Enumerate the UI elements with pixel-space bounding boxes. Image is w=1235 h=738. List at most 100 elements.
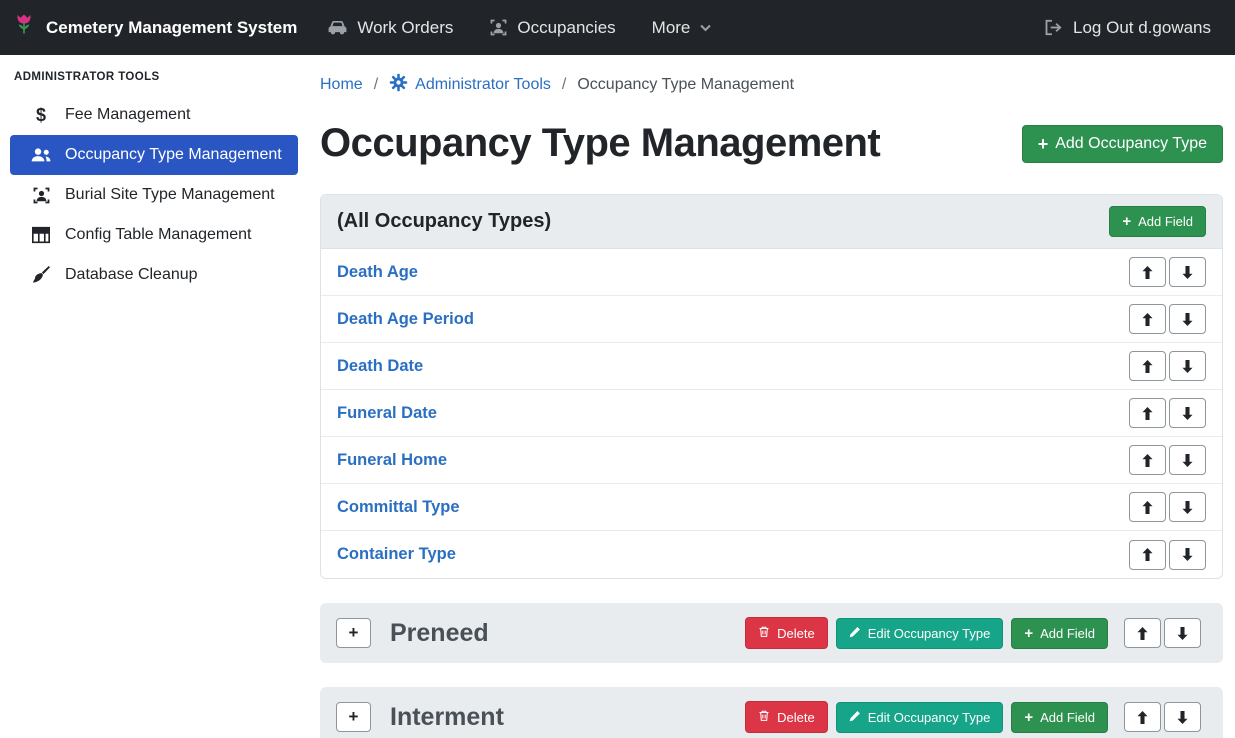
- plus-icon: +: [1024, 626, 1033, 641]
- broom-icon: [30, 265, 52, 285]
- field-link-container-type[interactable]: Container Type: [337, 545, 456, 564]
- move-down-button[interactable]: [1169, 445, 1206, 475]
- move-up-button[interactable]: [1129, 540, 1166, 570]
- sidebar-item-occupancy-type-management[interactable]: Occupancy Type Management: [10, 135, 298, 175]
- field-link-funeral-date[interactable]: Funeral Date: [337, 404, 437, 423]
- breadcrumb-home[interactable]: Home: [320, 76, 363, 94]
- plus-icon: +: [1122, 214, 1131, 229]
- car-icon: [327, 19, 348, 36]
- move-up-button[interactable]: [1129, 257, 1166, 287]
- breadcrumb-separator: /: [374, 76, 378, 94]
- field-row: Committal Type: [321, 484, 1222, 531]
- section-title: Interment: [390, 703, 504, 732]
- nav-more[interactable]: More: [652, 18, 713, 38]
- person-frame-icon: [489, 18, 508, 37]
- tulip-logo-icon: [12, 12, 36, 44]
- add-field-button[interactable]: + Add Field: [1109, 206, 1206, 237]
- nav-more-label: More: [652, 18, 691, 38]
- reorder-controls: [1129, 492, 1206, 522]
- section-preneed: + Preneed Delete Edit Occupancy Type + A…: [320, 603, 1223, 663]
- logout-button[interactable]: Log Out d.gowans: [1044, 18, 1211, 38]
- field-link-death-date[interactable]: Death Date: [337, 357, 423, 376]
- move-down-button[interactable]: [1169, 492, 1206, 522]
- field-row: Death Age: [321, 249, 1222, 296]
- reorder-controls: [1129, 257, 1206, 287]
- move-down-button[interactable]: [1164, 618, 1201, 648]
- move-up-button[interactable]: [1129, 445, 1166, 475]
- nav-work-orders-label: Work Orders: [357, 18, 453, 38]
- logout-label: Log Out d.gowans: [1073, 18, 1211, 38]
- sidebar-header: Administrator Tools: [0, 59, 308, 95]
- breadcrumb-current: Occupancy Type Management: [577, 76, 794, 94]
- nav-links: Work Orders Occupancies More: [327, 18, 712, 38]
- sidebar-item-config-table-management[interactable]: Config Table Management: [0, 215, 308, 255]
- sidebar-item-burial-site-type-management[interactable]: Burial Site Type Management: [0, 175, 308, 215]
- nav-occupancies[interactable]: Occupancies: [489, 18, 615, 38]
- field-link-funeral-home[interactable]: Funeral Home: [337, 451, 447, 470]
- sidebar-item-label: Burial Site Type Management: [65, 186, 275, 204]
- reorder-controls: [1129, 445, 1206, 475]
- card-header: (All Occupancy Types) + Add Field: [321, 195, 1222, 249]
- delete-button[interactable]: Delete: [745, 701, 828, 733]
- section-actions: Delete Edit Occupancy Type + Add Field: [745, 617, 1207, 649]
- section-title: Preneed: [390, 619, 489, 648]
- delete-button[interactable]: Delete: [745, 617, 828, 649]
- card-title: (All Occupancy Types): [337, 210, 551, 233]
- move-up-button[interactable]: [1129, 398, 1166, 428]
- nav-occupancies-label: Occupancies: [517, 18, 615, 38]
- field-row: Funeral Home: [321, 437, 1222, 484]
- edit-occupancy-type-button[interactable]: Edit Occupancy Type: [836, 618, 1004, 649]
- pencil-icon: [849, 626, 861, 641]
- add-occupancy-type-button[interactable]: + Add Occupancy Type: [1022, 125, 1223, 163]
- plus-icon: +: [1024, 710, 1033, 725]
- expand-button[interactable]: +: [336, 618, 371, 648]
- sidebar-item-label: Fee Management: [65, 106, 190, 124]
- expand-button[interactable]: +: [336, 702, 371, 732]
- field-link-committal-type[interactable]: Committal Type: [337, 498, 460, 517]
- page-header: Occupancy Type Management + Add Occupanc…: [320, 121, 1223, 166]
- sidebar: Administrator Tools $ Fee Management Occ…: [0, 55, 308, 738]
- field-link-death-age[interactable]: Death Age: [337, 263, 418, 282]
- reorder-controls: [1129, 351, 1206, 381]
- move-down-button[interactable]: [1169, 398, 1206, 428]
- add-field-button[interactable]: + Add Field: [1011, 618, 1108, 649]
- brand-title: Cemetery Management System: [46, 18, 297, 38]
- logout-icon: [1044, 19, 1064, 36]
- move-down-button[interactable]: [1164, 702, 1201, 732]
- brand[interactable]: Cemetery Management System: [12, 12, 297, 44]
- move-up-button[interactable]: [1124, 702, 1161, 732]
- field-link-death-age-period[interactable]: Death Age Period: [337, 310, 474, 329]
- move-down-button[interactable]: [1169, 351, 1206, 381]
- dollar-icon: $: [30, 105, 52, 126]
- field-row: Death Date: [321, 343, 1222, 390]
- users-icon: [30, 146, 52, 164]
- sidebar-item-label: Database Cleanup: [65, 266, 198, 284]
- move-down-button[interactable]: [1169, 304, 1206, 334]
- sidebar-item-label: Config Table Management: [65, 226, 252, 244]
- breadcrumb-admin-tools[interactable]: Administrator Tools: [389, 73, 551, 97]
- all-occupancy-types-card: (All Occupancy Types) + Add Field Death …: [320, 194, 1223, 579]
- field-row: Container Type: [321, 531, 1222, 578]
- move-down-button[interactable]: [1169, 540, 1206, 570]
- add-field-button[interactable]: + Add Field: [1011, 702, 1108, 733]
- breadcrumb-separator: /: [562, 76, 566, 94]
- chevron-down-icon: [699, 21, 712, 34]
- reorder-controls: [1129, 398, 1206, 428]
- move-up-button[interactable]: [1129, 492, 1166, 522]
- field-row: Funeral Date: [321, 390, 1222, 437]
- main-content: Home / Administrator Tool: [308, 55, 1235, 738]
- sidebar-item-label: Occupancy Type Management: [65, 146, 282, 164]
- move-up-button[interactable]: [1124, 618, 1161, 648]
- sidebar-item-database-cleanup[interactable]: Database Cleanup: [0, 255, 308, 295]
- section-interment: + Interment Delete Edit Occupancy Type +…: [320, 687, 1223, 738]
- move-down-button[interactable]: [1169, 257, 1206, 287]
- edit-occupancy-type-button[interactable]: Edit Occupancy Type: [836, 702, 1004, 733]
- table-icon: [30, 226, 52, 244]
- move-up-button[interactable]: [1129, 304, 1166, 334]
- gear-icon: [389, 73, 408, 97]
- plus-icon: +: [1038, 135, 1049, 153]
- reorder-controls: [1129, 540, 1206, 570]
- nav-work-orders[interactable]: Work Orders: [327, 18, 453, 38]
- sidebar-item-fee-management[interactable]: $ Fee Management: [0, 95, 308, 135]
- move-up-button[interactable]: [1129, 351, 1166, 381]
